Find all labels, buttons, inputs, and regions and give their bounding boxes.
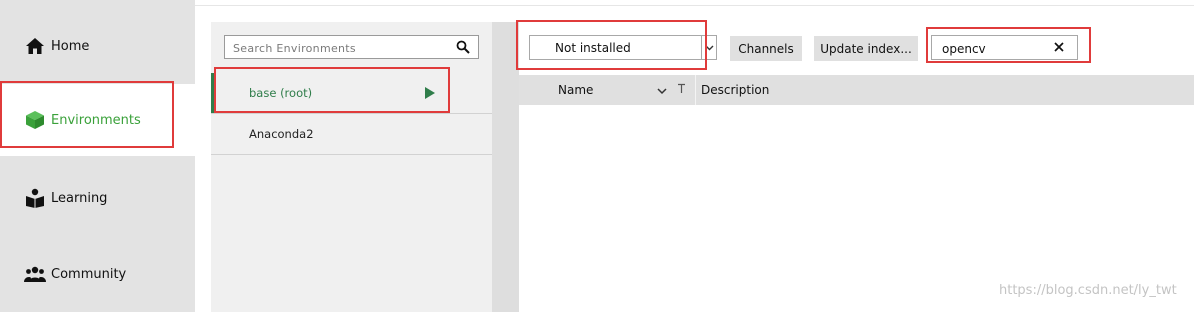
nav-item-label: Learning xyxy=(51,190,108,206)
environment-name: Anaconda2 xyxy=(249,127,314,141)
environment-search xyxy=(224,35,479,59)
search-icon[interactable] xyxy=(456,40,470,54)
left-navigation: Home Environments Learning Community xyxy=(0,0,195,312)
play-icon[interactable] xyxy=(424,86,436,103)
package-search xyxy=(931,35,1078,60)
nav-item-label: Home xyxy=(51,38,90,54)
nav-item-home[interactable]: Home xyxy=(0,8,195,84)
environment-name: base (root) xyxy=(249,86,313,100)
environment-row-anaconda2[interactable]: Anaconda2 xyxy=(211,114,492,155)
package-table-header: Name Description xyxy=(519,75,1194,105)
chevron-down-icon[interactable] xyxy=(701,36,716,59)
package-filter-select[interactable]: Not installed xyxy=(529,35,717,60)
packages-panel: Not installed Channels Update index... N… xyxy=(519,22,1194,312)
nav-item-community[interactable]: Community xyxy=(0,236,195,312)
column-filter-icon[interactable] xyxy=(677,83,686,97)
channels-button[interactable]: Channels xyxy=(730,36,802,61)
panel-divider xyxy=(492,22,519,312)
nav-item-label: Community xyxy=(51,266,127,282)
selected-indicator xyxy=(211,73,214,113)
home-icon xyxy=(24,35,46,57)
watermark: https://blog.csdn.net/ly_twt xyxy=(999,283,1177,298)
book-reader-icon xyxy=(24,187,46,209)
nav-item-label: Environments xyxy=(51,112,141,128)
close-icon[interactable] xyxy=(1053,41,1065,53)
column-name-label: Name xyxy=(558,83,594,97)
people-icon xyxy=(24,263,46,285)
column-divider xyxy=(695,75,696,105)
column-header-description[interactable]: Description xyxy=(701,83,769,97)
column-header-name[interactable]: Name xyxy=(519,75,695,105)
cube-icon xyxy=(24,109,46,131)
sort-chevron-icon[interactable] xyxy=(657,84,667,98)
update-index-button[interactable]: Update index... xyxy=(814,36,918,61)
environment-row-base[interactable]: base (root) xyxy=(211,73,492,114)
environment-search-input[interactable] xyxy=(231,39,455,57)
package-search-input[interactable] xyxy=(940,40,1054,58)
package-filter-value: Not installed xyxy=(555,41,631,55)
environments-panel: base (root) Anaconda2 xyxy=(211,22,492,312)
nav-item-environments[interactable]: Environments xyxy=(0,84,195,156)
top-border xyxy=(195,5,1194,6)
nav-item-learning[interactable]: Learning xyxy=(0,160,195,236)
